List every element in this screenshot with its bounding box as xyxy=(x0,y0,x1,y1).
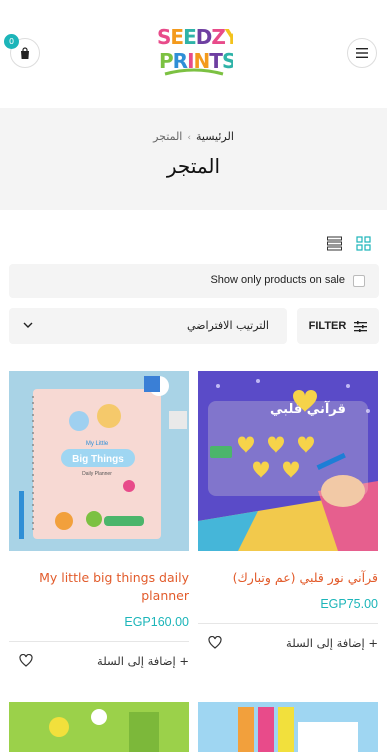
page-header-band: الرئيسية › المتجر المتجر xyxy=(0,108,387,210)
page-title: المتجر xyxy=(166,154,221,178)
product-actions: + إضافة إلى السلة xyxy=(9,650,189,674)
heart-icon[interactable] xyxy=(19,654,33,667)
list-view-icon xyxy=(327,236,342,251)
cart-count-badge: 0 xyxy=(4,34,19,49)
on-sale-checkbox[interactable] xyxy=(353,275,365,287)
add-to-cart-button[interactable]: + إضافة إلى السلة xyxy=(97,654,189,668)
grid-view-icon xyxy=(356,236,371,251)
breadcrumb-home-link[interactable]: الرئيسية xyxy=(196,130,234,143)
sort-value: الترتيب الافتراضي xyxy=(186,319,269,332)
product-card: My Little Big Things Daily Planner My li… xyxy=(9,371,189,674)
product-image-text-3: Daily Planner xyxy=(82,471,112,477)
breadcrumb-separator: › xyxy=(187,133,191,143)
add-to-cart-button[interactable]: + إضافة إلى السلة xyxy=(286,636,378,650)
product-title[interactable]: (قرآني نور قلبي (عم وتبارك xyxy=(198,569,378,587)
divider xyxy=(9,641,189,642)
heart-icon[interactable] xyxy=(208,636,222,649)
product-price: EGP75.00 xyxy=(320,597,378,611)
shopping-bag-icon xyxy=(21,46,29,59)
grid-view-button[interactable] xyxy=(356,236,371,251)
sort-select[interactable]: الترتيب الافتراضي xyxy=(9,308,287,344)
product-actions: + إضافة إلى السلة xyxy=(198,632,378,656)
filter-button[interactable]: FILTER xyxy=(297,308,379,344)
product-image[interactable] xyxy=(198,702,378,752)
sliders-icon xyxy=(354,320,368,332)
on-sale-label: Show only products on sale xyxy=(210,274,345,286)
logo-graphic: SEEDZY PRINTS xyxy=(157,25,241,76)
breadcrumb-current: المتجر xyxy=(153,130,183,143)
filter-label: FILTER xyxy=(308,320,347,332)
view-toggle xyxy=(327,236,371,251)
svg-text:SEEDZY: SEEDZY xyxy=(157,25,233,49)
product-image-text-2: Big Things xyxy=(72,454,124,465)
chevron-down-icon xyxy=(23,322,33,328)
divider xyxy=(198,623,378,624)
product-image[interactable]: My Little Big Things Daily Planner xyxy=(9,371,189,551)
on-sale-filter[interactable]: Show only products on sale xyxy=(9,264,379,298)
breadcrumb: الرئيسية › المتجر xyxy=(0,130,387,143)
product-title[interactable]: My little big things daily planner xyxy=(9,569,189,605)
hamburger-menu-button[interactable] xyxy=(347,38,377,68)
product-image[interactable] xyxy=(9,702,189,752)
product-image-text-1: My Little xyxy=(86,441,109,447)
site-header: 0 SEEDZY PRINTS xyxy=(0,0,387,108)
product-price: EGP160.00 xyxy=(124,615,189,629)
hamburger-icon xyxy=(356,48,368,58)
site-logo[interactable]: SEEDZY PRINTS xyxy=(155,22,241,80)
product-card: قرآني قلبي (قرآني نور قلبي (عم وتبارك EG… xyxy=(198,371,378,656)
list-view-button[interactable] xyxy=(327,236,342,251)
product-image[interactable]: قرآني قلبي xyxy=(198,371,378,551)
